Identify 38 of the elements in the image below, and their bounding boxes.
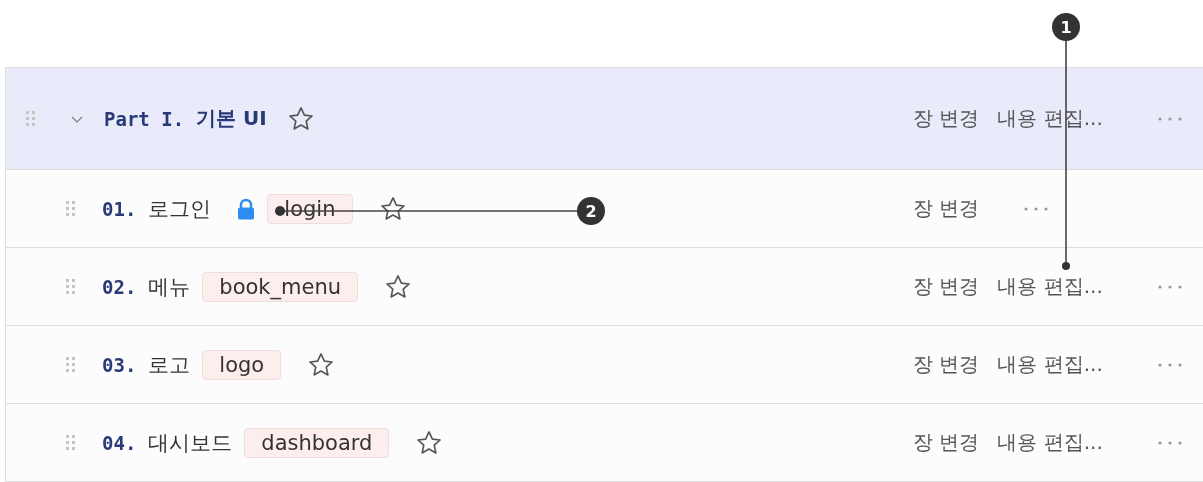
change-chapter-link[interactable]: 장 변경	[913, 195, 980, 222]
tag-label: book_menu	[202, 271, 358, 302]
chapter-title: 대시보드	[148, 429, 233, 457]
drag-handle-icon[interactable]	[66, 434, 76, 451]
change-chapter-link[interactable]: 장 변경	[913, 273, 980, 300]
star-icon[interactable]	[384, 272, 412, 301]
edit-content-link[interactable]: 내용 편집...	[997, 429, 1103, 456]
more-icon[interactable]	[1157, 361, 1183, 368]
more-icon[interactable]	[1157, 115, 1183, 122]
more-icon[interactable]	[1157, 283, 1183, 290]
chapter-title: 메뉴	[148, 273, 191, 301]
chapter-number: 03.	[102, 353, 137, 376]
callout-number: 1	[1060, 18, 1072, 37]
edit-content-link[interactable]: 내용 편집...	[997, 351, 1103, 378]
chapter-number: 02.	[102, 275, 137, 298]
more-icon[interactable]	[1023, 205, 1050, 212]
star-icon[interactable]	[378, 194, 407, 223]
part-number: Part I.	[104, 107, 185, 130]
drag-handle-icon[interactable]	[66, 278, 76, 295]
star-icon[interactable]	[307, 350, 336, 379]
tag-label: dashboard	[244, 427, 390, 458]
change-chapter-link[interactable]: 장 변경	[913, 105, 980, 132]
drag-handle-icon[interactable]	[66, 200, 76, 217]
part-title: 기본 UI	[196, 105, 267, 132]
more-icon[interactable]	[1157, 439, 1183, 446]
chapter-title: 로그인	[148, 195, 212, 223]
callout-number: 2	[585, 202, 597, 221]
drag-handle-icon[interactable]	[66, 356, 76, 373]
chapter-title: 로고	[148, 351, 191, 379]
edit-content-link[interactable]: 내용 편집...	[997, 273, 1103, 300]
change-chapter-link[interactable]: 장 변경	[913, 351, 980, 378]
star-icon[interactable]	[286, 104, 315, 133]
chapter-number: 04.	[102, 431, 137, 454]
tag-label: logo	[202, 349, 282, 380]
chapter-number: 01.	[102, 197, 137, 220]
star-icon[interactable]	[415, 428, 444, 457]
drag-handle-icon[interactable]	[26, 110, 36, 127]
change-chapter-link[interactable]: 장 변경	[913, 429, 980, 456]
